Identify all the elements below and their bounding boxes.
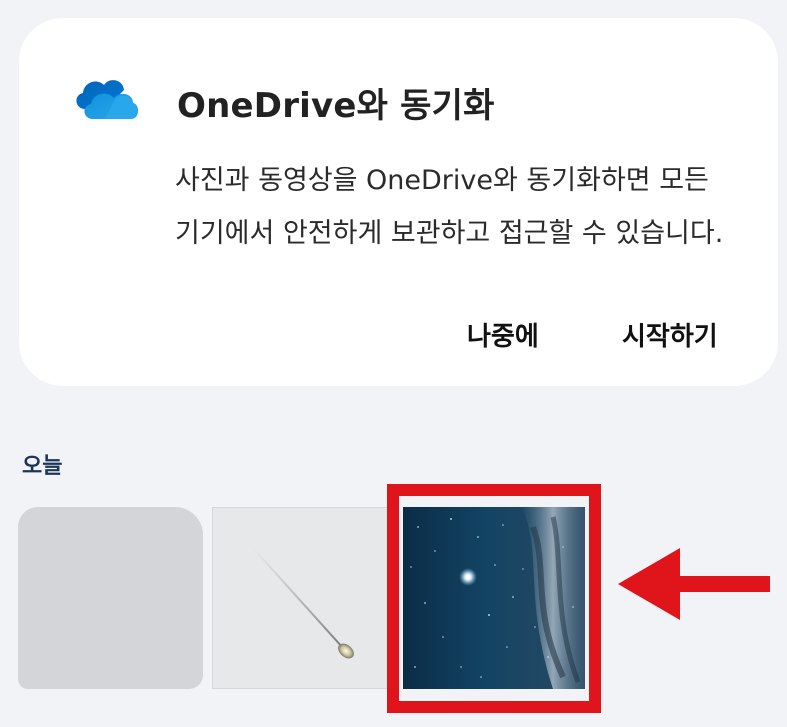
sync-card-title: OneDrive와 동기화 <box>177 86 495 126</box>
blurred-photo-thumbnail[interactable] <box>18 507 203 689</box>
today-section-label: 오늘 <box>22 454 63 479</box>
onedrive-sync-card: OneDrive와 동기화 사진과 동영상을 OneDrive와 동기화하면 모… <box>19 18 778 386</box>
meteor-photo-thumbnail[interactable] <box>212 507 397 689</box>
onedrive-cloud-icon <box>76 80 139 119</box>
selection-highlight-box <box>387 484 601 713</box>
left-arrow-icon <box>618 548 770 620</box>
meteor-image <box>252 547 354 659</box>
later-button[interactable]: 나중에 <box>467 316 539 353</box>
sync-card-description: 사진과 동영상을 OneDrive와 동기화하면 모든 기기에서 안전하게 보관… <box>175 165 724 249</box>
start-sync-button[interactable]: 시작하기 <box>622 316 718 353</box>
